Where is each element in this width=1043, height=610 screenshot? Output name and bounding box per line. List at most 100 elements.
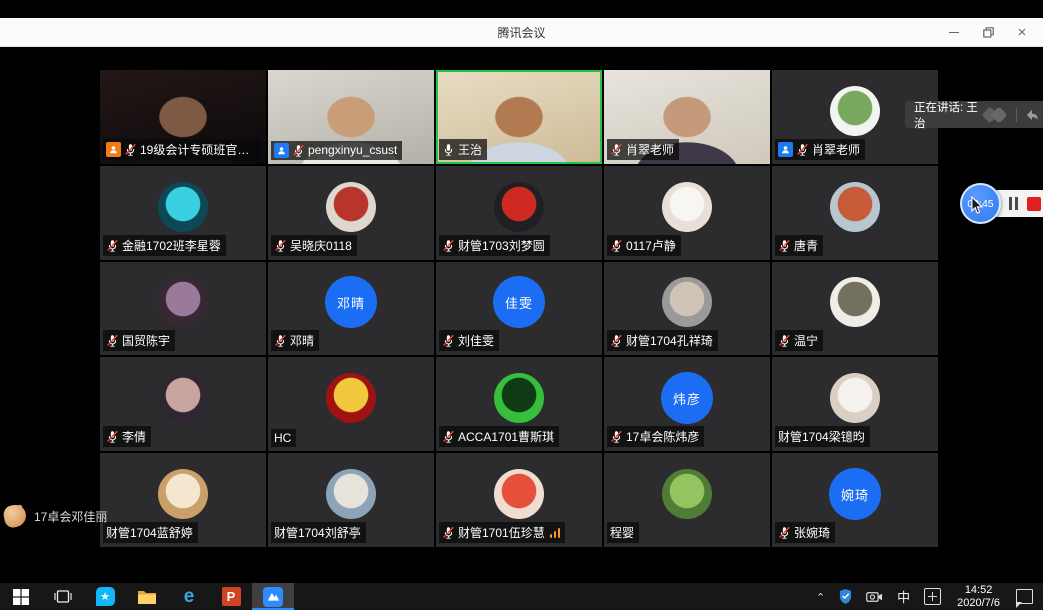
- collapse-arrow-icon[interactable]: [1021, 109, 1043, 121]
- powerpoint-taskbar-button[interactable]: P: [210, 583, 252, 610]
- participant-tile[interactable]: 婉琦 张婉琦: [772, 453, 938, 547]
- participant-name: pengxinyu_csust: [308, 143, 397, 157]
- muted-mic-icon: [106, 239, 119, 252]
- participant-grid: 19级会计专硕班官小... pengxinyu_csust 王治 肖翠老师 肖翠…: [100, 70, 938, 547]
- taskbar-clock[interactable]: 14:52 2020/7/6: [949, 584, 1008, 609]
- powerpoint-icon: P: [222, 587, 241, 606]
- participant-nameplate: 李倩: [103, 426, 151, 447]
- ime-language-indicator[interactable]: 中: [891, 583, 916, 610]
- participant-tile[interactable]: pengxinyu_csust: [268, 70, 434, 164]
- pause-recording-button[interactable]: [1009, 197, 1018, 210]
- participant-tile[interactable]: 19级会计专硕班官小...: [100, 70, 266, 164]
- muted-mic-icon: [778, 239, 791, 252]
- minimize-button[interactable]: [939, 18, 969, 46]
- participant-name: 李倩: [122, 428, 146, 445]
- photo-avatar: [830, 182, 880, 232]
- host-badge-icon: [778, 142, 793, 157]
- speaking-toast-text: 正在讲话: 王治: [914, 99, 978, 131]
- participant-nameplate: 吴晓庆0118: [271, 235, 357, 256]
- participant-tile[interactable]: 国贸陈宇: [100, 262, 266, 356]
- participant-tile[interactable]: 吴晓庆0118: [268, 166, 434, 260]
- pause-icon: [1009, 197, 1012, 210]
- participant-tile[interactable]: 财管1704梁镱昀: [772, 357, 938, 451]
- close-button[interactable]: ×: [1007, 18, 1037, 46]
- taskbar-apps: ★ eP: [0, 583, 294, 610]
- participant-tile[interactable]: 王治: [436, 70, 602, 164]
- participant-name: 财管1701伍珍慧: [458, 524, 545, 541]
- participant-name: 刘佳雯: [458, 332, 494, 349]
- top-black-strip: [0, 0, 1043, 18]
- initials-avatar: 邓晴: [325, 276, 377, 328]
- participant-tile[interactable]: 财管1704孔祥琦: [604, 262, 770, 356]
- participant-nameplate: HC: [271, 429, 296, 447]
- participant-tile[interactable]: 温宁: [772, 262, 938, 356]
- edge-taskbar-button[interactable]: e: [168, 583, 210, 610]
- participant-tile[interactable]: HC: [268, 357, 434, 451]
- photo-avatar: [326, 182, 376, 232]
- photo-avatar: [662, 182, 712, 232]
- participant-tile[interactable]: 唐青: [772, 166, 938, 260]
- participant-tile[interactable]: 金融1702班李星蓉: [100, 166, 266, 260]
- participant-nameplate: 财管1704梁镱昀: [775, 426, 870, 447]
- task-view-taskbar-button[interactable]: [42, 583, 84, 610]
- muted-mic-icon: [796, 143, 809, 156]
- photo-avatar: [326, 373, 376, 423]
- file-explorer-taskbar-button[interactable]: [126, 583, 168, 610]
- photo-avatar: [494, 373, 544, 423]
- recorder-icon[interactable]: [860, 583, 889, 610]
- muted-mic-icon: [610, 430, 623, 443]
- participant-tile[interactable]: 0117卢静: [604, 166, 770, 260]
- signal-bars-icon: [550, 528, 561, 538]
- photo-avatar: [158, 182, 208, 232]
- participant-tile[interactable]: 肖翠老师: [604, 70, 770, 164]
- restore-icon: [983, 27, 994, 38]
- participant-tile[interactable]: 李倩: [100, 357, 266, 451]
- initials-avatar: 佳雯: [493, 276, 545, 328]
- app-window: 腾讯会议 × 19级会计专硕班官小... pengxinyu_csust: [0, 0, 1043, 610]
- participant-nameplate: 温宁: [775, 330, 823, 351]
- muted-mic-icon: [442, 430, 455, 443]
- participant-name: 王治: [458, 141, 482, 158]
- participant-name: 财管1704蓝舒婷: [106, 524, 193, 541]
- participant-nameplate: 财管1701伍珍慧: [439, 522, 565, 543]
- tencent-meeting-taskbar-button[interactable]: [252, 583, 294, 610]
- participant-tile[interactable]: 佳雯 刘佳雯: [436, 262, 602, 356]
- applause-text: 17卓会邓佳丽: [34, 508, 107, 525]
- meeting-stage: 19级会计专硕班官小... pengxinyu_csust 王治 肖翠老师 肖翠…: [0, 47, 1043, 583]
- participant-tile[interactable]: 邓晴 邓晴: [268, 262, 434, 356]
- start-taskbar-button[interactable]: [0, 583, 42, 610]
- security-shield-icon[interactable]: [833, 583, 858, 610]
- ime-grid-icon[interactable]: [918, 583, 947, 610]
- restore-button[interactable]: [973, 18, 1003, 46]
- participant-tile[interactable]: 财管1704刘舒亭: [268, 453, 434, 547]
- qq-taskbar-button[interactable]: ★: [84, 583, 126, 610]
- participant-nameplate: pengxinyu_csust: [271, 141, 402, 160]
- pause-icon: [1015, 197, 1018, 210]
- muted-mic-icon: [292, 144, 305, 157]
- participant-tile[interactable]: 炜彦 17卓会陈炜彦: [604, 357, 770, 451]
- speaking-toast: 正在讲话: 王治: [905, 101, 1043, 128]
- participant-tile[interactable]: 程婴: [604, 453, 770, 547]
- participant-tile[interactable]: 财管1703刘梦圆: [436, 166, 602, 260]
- participant-tile[interactable]: 财管1704蓝舒婷: [100, 453, 266, 547]
- photo-avatar: [662, 469, 712, 519]
- muted-mic-icon: [274, 239, 287, 252]
- participant-nameplate: 财管1704孔祥琦: [607, 330, 718, 351]
- mic-on-icon: [442, 143, 455, 156]
- tencent-meeting-logo-icon: [982, 107, 1012, 123]
- participant-name: ACCA1701曹斯琪: [458, 428, 554, 445]
- action-center-icon: [1016, 589, 1033, 604]
- participant-nameplate: 张婉琦: [775, 522, 835, 543]
- stop-recording-button[interactable]: [1027, 197, 1041, 211]
- hidden-icons-chevron[interactable]: ⌃: [810, 584, 831, 610]
- participant-nameplate: 财管1703刘梦圆: [439, 235, 550, 256]
- muted-mic-icon: [442, 239, 455, 252]
- participant-tile[interactable]: ACCA1701曹斯琪: [436, 357, 602, 451]
- participant-name: 国贸陈宇: [122, 332, 170, 349]
- photo-avatar: [830, 373, 880, 423]
- recording-timer[interactable]: 00:45: [960, 183, 1001, 224]
- participant-tile[interactable]: 财管1701伍珍慧: [436, 453, 602, 547]
- task-view-icon: [54, 589, 72, 604]
- action-center-button[interactable]: [1010, 583, 1039, 610]
- participant-name: 19级会计专硕班官小...: [140, 141, 256, 158]
